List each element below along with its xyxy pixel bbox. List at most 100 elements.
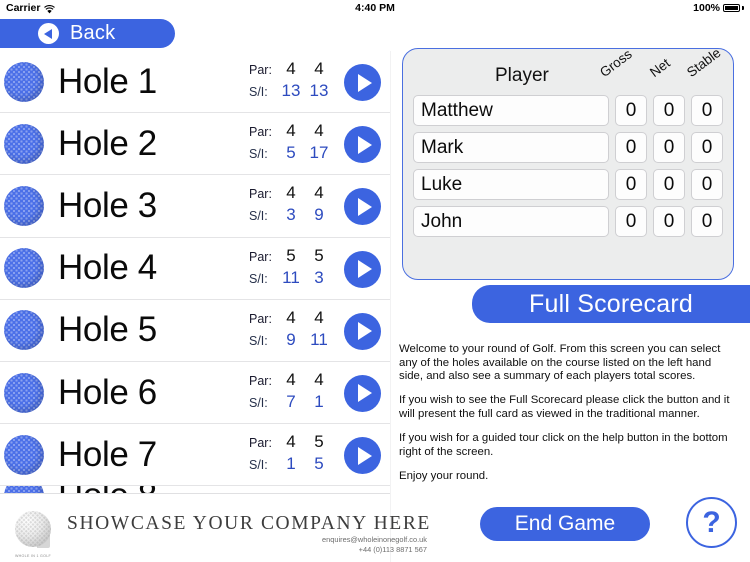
- stable-column-header: Stable: [683, 44, 724, 80]
- gross-value[interactable]: 0: [615, 132, 647, 163]
- hole-name: Hole 8: [58, 486, 157, 493]
- hole-row[interactable]: Hole 2 Par: 4 4 S/I: 5 17: [0, 113, 390, 176]
- advert-email: enquires@wholeinonegolf.co.uk: [322, 534, 427, 544]
- status-bar-right: 100%: [693, 2, 744, 14]
- net-value[interactable]: 0: [653, 132, 685, 163]
- advert-banner[interactable]: WHOLE IN 1 GOLF SHOWCASE YOUR COMPANY HE…: [0, 505, 429, 562]
- nav-bar: Back: [0, 17, 750, 50]
- si-label: S/I:: [249, 85, 268, 99]
- status-bar-time: 4:40 PM: [355, 2, 395, 14]
- golf-ball-icon: [4, 372, 44, 413]
- par-line: Par: 4 5: [249, 432, 337, 454]
- back-button[interactable]: Back: [0, 19, 175, 48]
- par-value-2: 4: [314, 369, 324, 389]
- stable-value[interactable]: 0: [691, 132, 723, 163]
- full-scorecard-button[interactable]: Full Scorecard: [472, 285, 750, 323]
- gross-value[interactable]: 0: [615, 206, 647, 237]
- play-hole-button[interactable]: [344, 312, 381, 350]
- si-line: S/I: 3 9: [249, 205, 337, 227]
- play-hole-button[interactable]: [344, 126, 381, 164]
- si-value-2: 11: [310, 329, 328, 349]
- par-line: Par: 44: [249, 121, 337, 143]
- hole-list[interactable]: Hole 1 Par: 4 4 S/I: 13 13 Hole 2 Par: 4 4 S/I: 5 17 H…: [0, 51, 390, 493]
- net-value[interactable]: 0: [653, 206, 685, 237]
- par-value-2: 4: [314, 59, 324, 78]
- si-value-2: 13: [309, 81, 329, 100]
- par-line: Par: 44: [249, 183, 337, 205]
- hole-row[interactable]: Hole 8Par:44S/I:: [0, 486, 390, 493]
- par-label: Par:: [249, 373, 272, 388]
- player-name-field[interactable]: John: [413, 206, 609, 237]
- net-value[interactable]: 0: [653, 169, 685, 200]
- par-line: Par: 5 5: [249, 246, 337, 268]
- player-name-field[interactable]: Luke: [413, 169, 609, 200]
- par-value-1: 4: [286, 369, 296, 389]
- instructions-paragraph-1: Welcome to your round of Golf. From this…: [399, 343, 721, 383]
- play-hole-button[interactable]: [344, 250, 381, 288]
- net-value[interactable]: 0: [653, 95, 685, 126]
- hole-list-bottom-divider: [0, 493, 390, 494]
- si-value-1: 5: [286, 143, 296, 163]
- gross-value[interactable]: 0: [615, 169, 647, 200]
- play-hole-button[interactable]: [344, 374, 381, 412]
- si-label: S/I:: [249, 333, 268, 348]
- hole-row[interactable]: Hole 4 Par: 5 5 S/I: 11 3: [0, 237, 390, 300]
- par-value-1: 4: [286, 307, 296, 327]
- battery-full-icon: [723, 4, 740, 12]
- end-game-button[interactable]: End Game: [480, 507, 650, 541]
- si-label: S/I:: [249, 147, 268, 162]
- scorecard-row: John 0 0 0: [403, 206, 733, 237]
- hole-row[interactable]: Hole 1 Par: 4 4 S/I: 13 13: [0, 51, 390, 114]
- scorecard-row: Matthew 0 0 0: [403, 95, 733, 126]
- scorecard-panel: Player Gross Net Stable Matthew 0 0 0 Mark 0 0…: [402, 45, 734, 280]
- net-column-header: Net: [646, 55, 673, 80]
- gross-column-header: Gross: [596, 46, 635, 80]
- par-label: Par:: [249, 249, 272, 264]
- par-value-1: 4: [286, 59, 296, 78]
- si-value-1: 7: [286, 391, 296, 411]
- si-value-2: 5: [314, 454, 324, 474]
- stable-value[interactable]: 0: [691, 206, 723, 237]
- par-label: Par:: [249, 311, 272, 326]
- instructions-paragraph-4: Enjoy your round.: [399, 469, 489, 482]
- par-line: Par: 44: [249, 59, 337, 81]
- stable-value[interactable]: 0: [691, 95, 723, 126]
- hole-row[interactable]: Hole 6 Par: 4 4 S/I: 7 1: [0, 361, 390, 425]
- hole-row[interactable]: Hole 3 Par: 4 4 S/I: 3 9: [0, 175, 390, 238]
- hole-stats: Par: 5 5 S/I: 11 3: [249, 246, 337, 290]
- hole-stats: Par: 4 4 S/I: 3 9: [249, 183, 337, 227]
- end-game-label: End Game: [514, 512, 616, 535]
- logo-ball: [15, 510, 51, 547]
- scorecard-row: Luke 0 0 0: [403, 169, 733, 200]
- pane-separator: [390, 51, 391, 562]
- help-button[interactable]: ?: [686, 497, 737, 548]
- battery-tip: [742, 6, 744, 10]
- si-value-1: 1: [286, 454, 296, 474]
- stable-value[interactable]: 0: [691, 169, 723, 200]
- scorecard-rows: Matthew 0 0 0 Mark 0 0 0 Luke 0 0 0 John 0 0 0: [403, 95, 733, 237]
- battery-percent-label: 100%: [693, 2, 720, 14]
- par-label: Par:: [249, 125, 272, 140]
- scorecard-row: Mark 0 0 0: [403, 132, 733, 163]
- golf-ball-icon: [4, 310, 44, 351]
- logo-caption: WHOLE IN 1 GOLF: [14, 553, 52, 558]
- gross-value[interactable]: 0: [615, 95, 647, 126]
- si-line: S/I: 1 5: [249, 454, 337, 476]
- golf-ball-icon: [4, 248, 44, 289]
- play-hole-button[interactable]: [344, 188, 381, 226]
- si-line: S/I: 9 11: [249, 330, 337, 352]
- golf-ball-icon: [4, 61, 44, 102]
- play-hole-button[interactable]: [344, 64, 381, 101]
- par-line: Par: 44: [249, 370, 337, 392]
- par-value-1: 4: [286, 183, 296, 203]
- hole-row[interactable]: Hole 5 Par: 4 4 S/I: 9 11: [0, 299, 390, 362]
- back-arrow-circle-icon: [38, 23, 59, 44]
- scorecard-header: Player Gross Net Stable: [403, 45, 733, 95]
- si-line: S/I: 11 3: [249, 268, 337, 290]
- question-mark-icon: ?: [702, 505, 721, 539]
- player-name-field[interactable]: Mark: [413, 132, 609, 163]
- play-hole-button[interactable]: [344, 437, 381, 475]
- hole-row[interactable]: Hole 7 Par: 4 5 S/I: 1 5: [0, 424, 390, 487]
- par-value-2: 4: [314, 307, 324, 327]
- player-name-field[interactable]: Matthew: [413, 95, 609, 126]
